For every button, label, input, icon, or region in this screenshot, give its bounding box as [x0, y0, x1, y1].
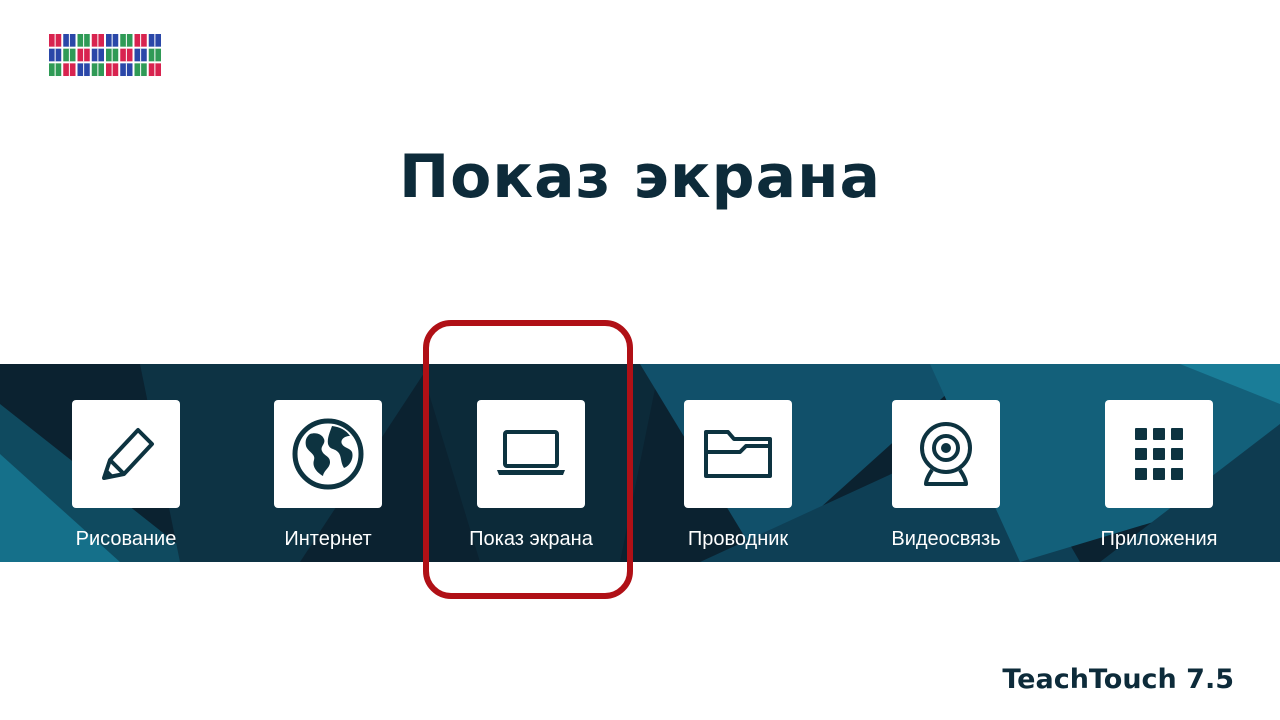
- logo-stripe: [83, 63, 85, 77]
- app-grid-icon: [1135, 428, 1183, 480]
- app-drawing[interactable]: Рисование: [26, 364, 226, 562]
- app-internet-label: Интернет: [284, 528, 372, 550]
- logo-stripe: [125, 48, 127, 62]
- product-version: TeachTouch 7.5: [1002, 664, 1234, 695]
- app-screen-share-label: Показ экрана: [469, 528, 593, 550]
- globe-icon: [292, 418, 364, 490]
- logo-stripe: [97, 63, 99, 77]
- logo-stripe: [154, 34, 156, 47]
- logo-stripe: [111, 48, 113, 62]
- brand-logo-icon: [48, 33, 162, 77]
- logo-stripe: [140, 34, 142, 47]
- app-apps-tile[interactable]: [1105, 400, 1213, 508]
- logo-stripe: [83, 48, 85, 62]
- logo-stripe: [68, 48, 70, 62]
- app-explorer-tile[interactable]: [684, 400, 792, 508]
- logo-stripe: [154, 48, 156, 62]
- logo-stripe: [54, 63, 56, 77]
- logo-stripe: [97, 48, 99, 62]
- laptop-icon: [497, 430, 565, 475]
- app-video-call[interactable]: Видеосвязь: [846, 364, 1046, 562]
- app-explorer[interactable]: Проводник: [638, 364, 838, 562]
- logo-stripe: [68, 63, 70, 77]
- logo-stripe: [111, 63, 113, 77]
- app-video-call-tile[interactable]: [892, 400, 1000, 508]
- logo-stripe: [83, 34, 85, 47]
- app-internet-tile[interactable]: [274, 400, 382, 508]
- page-title: Показ экрана: [398, 142, 882, 212]
- pencil-icon: [102, 428, 154, 480]
- app-apps[interactable]: Приложения: [1059, 364, 1259, 562]
- app-explorer-label: Проводник: [687, 528, 789, 550]
- app-apps-label: Приложения: [1100, 528, 1218, 550]
- app-screen-share-tile[interactable]: [477, 400, 585, 508]
- logo-stripe: [68, 34, 70, 47]
- app-screen-share[interactable]: Показ экрана: [431, 364, 631, 562]
- logo-stripe: [111, 34, 113, 47]
- app-video-call-label: Видеосвязь: [891, 528, 1001, 550]
- logo-stripe: [97, 34, 99, 47]
- webcam-icon: [920, 422, 972, 486]
- app-drawing-label: Рисование: [75, 528, 177, 550]
- folder-icon: [704, 430, 772, 478]
- logo-stripe: [140, 48, 142, 62]
- app-dock: Рисование Интернет Показ экрана Проводни…: [0, 364, 1280, 562]
- logo-stripe: [154, 63, 156, 77]
- logo-stripe: [54, 34, 56, 47]
- logo-stripe: [125, 63, 127, 77]
- logo-stripe: [54, 48, 56, 62]
- app-internet[interactable]: Интернет: [228, 364, 428, 562]
- logo-stripe: [140, 63, 142, 77]
- app-drawing-tile[interactable]: [72, 400, 180, 508]
- logo-stripe: [125, 34, 127, 47]
